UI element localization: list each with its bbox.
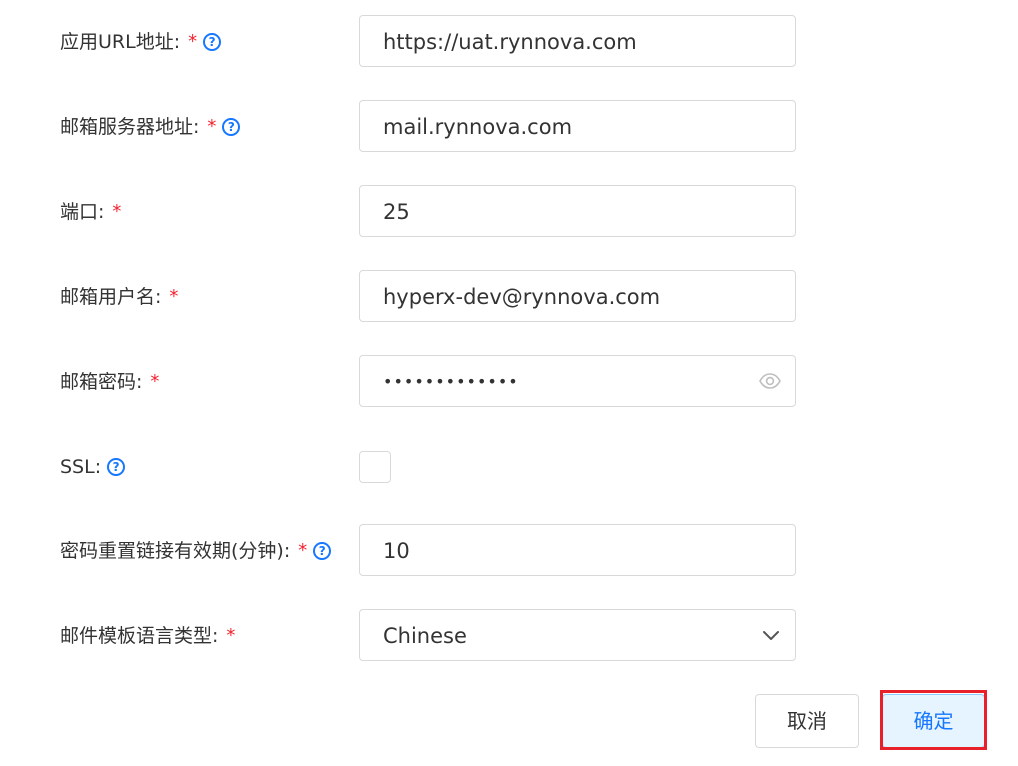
port-label-group: 端口: * xyxy=(60,185,121,239)
mail-server-label: 邮箱服务器地址: xyxy=(60,116,200,138)
required-marker: * xyxy=(112,201,122,222)
mail-password-label-group: 邮箱密码: * xyxy=(60,355,159,409)
port-label: 端口: xyxy=(60,201,105,223)
selected-language: Chinese xyxy=(383,624,467,648)
help-icon[interactable]: ? xyxy=(222,118,241,136)
settings-form: 应用URL地址: * ? https://uat.rynnova.com 邮箱服… xyxy=(0,0,1018,766)
mail-username-row: 邮箱用户名: * hyperx-dev@rynnova.com xyxy=(0,270,1018,324)
chevron-down-icon xyxy=(763,631,779,640)
ssl-label-group: SSL: ? xyxy=(60,440,126,494)
reset-link-validity-label-group: 密码重置链接有效期(分钟): * ? xyxy=(60,524,332,578)
mail-username-label: 邮箱用户名: xyxy=(60,286,162,308)
required-marker: * xyxy=(226,625,236,646)
app-url-input[interactable]: https://uat.rynnova.com xyxy=(359,15,796,67)
mail-username-label-group: 邮箱用户名: * xyxy=(60,270,178,324)
ssl-checkbox[interactable] xyxy=(359,451,391,483)
mail-password-input[interactable]: ••••••••••••• xyxy=(359,355,796,407)
reset-link-validity-input[interactable]: 10 xyxy=(359,524,796,576)
mail-template-language-label: 邮件模板语言类型: xyxy=(60,625,219,647)
help-icon[interactable]: ? xyxy=(203,33,222,51)
reset-link-validity-row: 密码重置链接有效期(分钟): * ? 10 xyxy=(0,524,1018,578)
ssl-row: SSL: ? xyxy=(0,440,1018,494)
confirm-button[interactable]: 确定 xyxy=(882,694,985,748)
mail-template-language-select[interactable]: Chinese xyxy=(359,609,796,661)
ssl-label: SSL: xyxy=(60,456,102,478)
required-marker: * xyxy=(188,31,198,52)
mail-template-language-label-group: 邮件模板语言类型: * xyxy=(60,609,235,663)
password-value: ••••••••••••• xyxy=(383,372,519,391)
reset-link-validity-label: 密码重置链接有效期(分钟): xyxy=(60,540,291,562)
app-url-label-group: 应用URL地址: * ? xyxy=(60,15,222,69)
mail-server-label-group: 邮箱服务器地址: * ? xyxy=(60,100,241,154)
app-url-row: 应用URL地址: * ? https://uat.rynnova.com xyxy=(0,15,1018,69)
required-marker: * xyxy=(207,116,217,137)
cancel-button[interactable]: 取消 xyxy=(755,694,859,748)
port-input[interactable]: 25 xyxy=(359,185,796,237)
help-icon[interactable]: ? xyxy=(313,542,332,560)
help-icon[interactable]: ? xyxy=(107,458,126,476)
eye-icon[interactable] xyxy=(759,373,781,389)
mail-server-row: 邮箱服务器地址: * ? mail.rynnova.com xyxy=(0,100,1018,154)
mail-username-input[interactable]: hyperx-dev@rynnova.com xyxy=(359,270,796,322)
required-marker: * xyxy=(169,286,179,307)
required-marker: * xyxy=(150,371,160,392)
mail-template-language-row: 邮件模板语言类型: * Chinese xyxy=(0,609,1018,663)
port-row: 端口: * 25 xyxy=(0,185,1018,239)
mail-password-row: 邮箱密码: * ••••••••••••• xyxy=(0,355,1018,409)
app-url-label: 应用URL地址: xyxy=(60,31,181,53)
mail-server-input[interactable]: mail.rynnova.com xyxy=(359,100,796,152)
required-marker: * xyxy=(298,540,308,561)
mail-password-label: 邮箱密码: xyxy=(60,371,143,393)
